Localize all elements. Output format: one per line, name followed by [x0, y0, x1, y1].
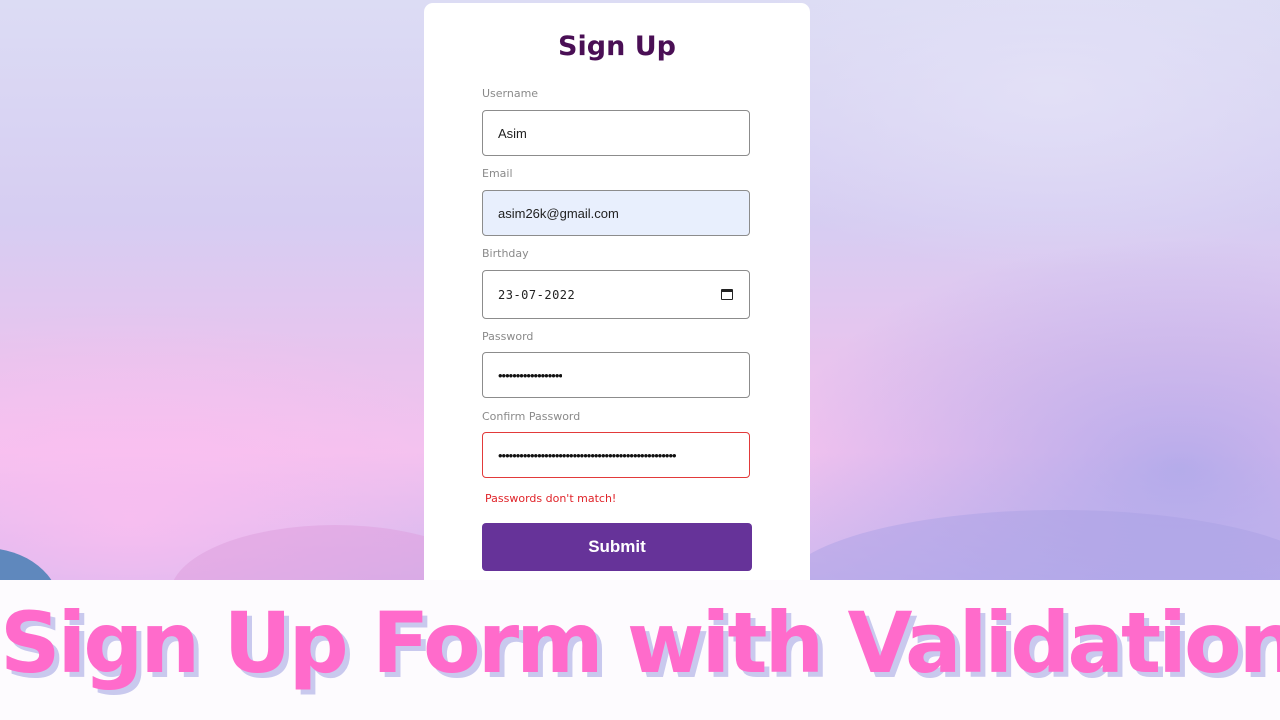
banner-title: Sign Up Form with Validation — [0, 594, 1280, 692]
background-hill — [0, 548, 60, 580]
confirm-password-input[interactable]: ••••••••••••••••••••••••••••••••••••••••… — [482, 432, 750, 478]
birthday-label: Birthday — [482, 247, 529, 260]
username-label: Username — [482, 87, 539, 100]
submit-button[interactable]: Submit — [482, 523, 752, 571]
email-value: asim26k@gmail.com — [498, 205, 619, 221]
confirm-password-label: Confirm Password — [482, 410, 581, 423]
caption-banner: Sign Up Form with Validation — [0, 580, 1280, 720]
email-input[interactable]: asim26k@gmail.com — [482, 190, 750, 236]
form-title: Sign Up — [558, 31, 676, 62]
birthday-value: 23-07-2022 — [498, 287, 576, 302]
password-label: Password — [482, 330, 534, 343]
background-scene: Sign Up Username Asim Email asim26k@gmai… — [0, 0, 1280, 580]
username-value: Asim — [498, 125, 527, 141]
page: Sign Up Username Asim Email asim26k@gmai… — [0, 0, 1280, 720]
confirm-password-value: ••••••••••••••••••••••••••••••••••••••••… — [498, 447, 676, 463]
username-input[interactable]: Asim — [482, 110, 750, 156]
email-label: Email — [482, 167, 513, 180]
password-value: •••••••••••••••••• — [498, 367, 562, 383]
background-hill — [780, 510, 1280, 580]
password-mismatch-error: Passwords don't match! — [485, 492, 617, 505]
password-input[interactable]: •••••••••••••••••• — [482, 352, 750, 398]
birthday-input[interactable]: 23-07-2022 — [482, 270, 750, 319]
calendar-icon[interactable] — [721, 289, 733, 300]
signup-form: Sign Up Username Asim Email asim26k@gmai… — [424, 3, 810, 580]
